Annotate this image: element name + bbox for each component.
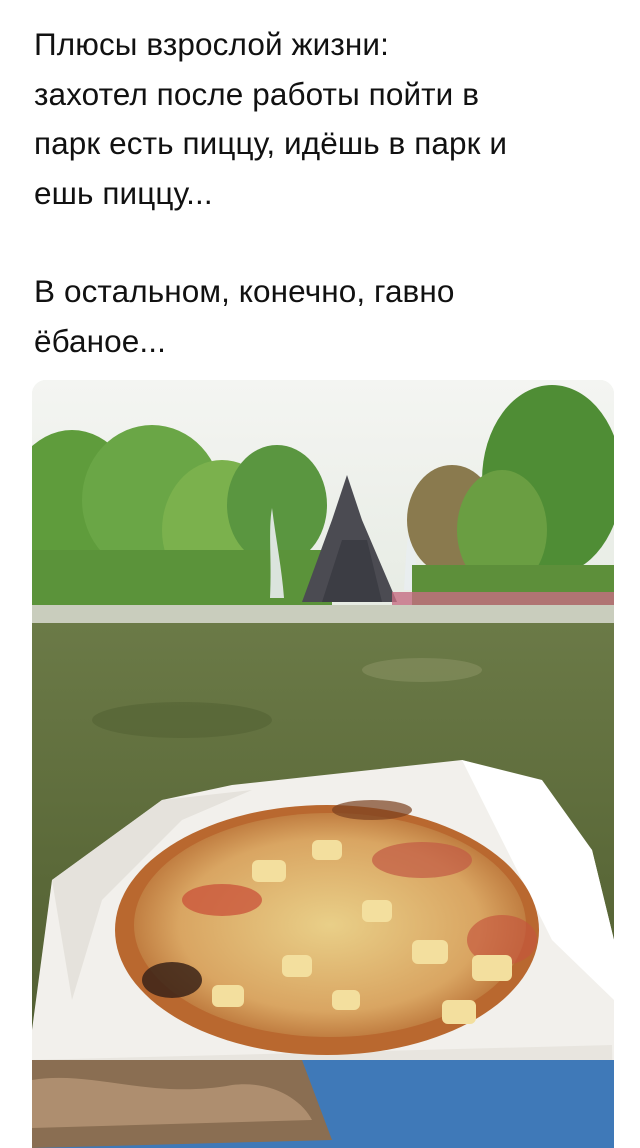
post-text: Плюсы взрослой жизни: захотел после рабо… xyxy=(34,20,619,366)
post-line: Плюсы взрослой жизни: xyxy=(34,26,389,62)
post-line: парк есть пиццу, идёшь в парк и xyxy=(34,125,508,161)
post-line: захотел после работы пойти в xyxy=(34,75,480,112)
post-photo[interactable] xyxy=(32,380,614,1148)
post-paragraph-1: Плюсы взрослой жизни: захотел после рабо… xyxy=(34,20,619,218)
post-line: ёбаное... xyxy=(34,322,166,359)
post-line: В остальном, конечно, гавно xyxy=(34,273,455,309)
post: Плюсы взрослой жизни: захотел после рабо… xyxy=(0,0,640,1148)
post-paragraph-2: В остальном, конечно, гавно ёбаное... xyxy=(34,267,619,366)
trees-left xyxy=(32,425,332,610)
pizza-park-image xyxy=(32,380,614,1148)
post-line: ешь пиццу... xyxy=(34,174,213,211)
